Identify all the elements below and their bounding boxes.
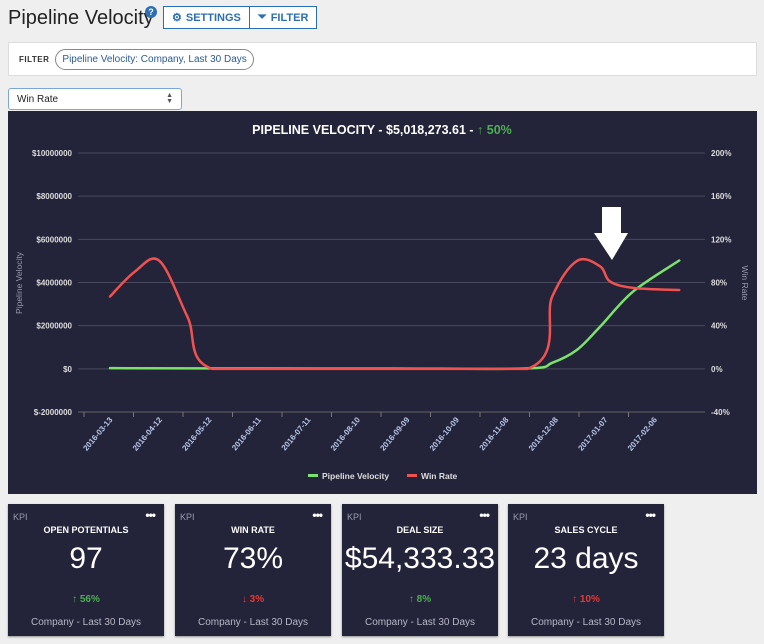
filter-bar-label: FILTER (19, 54, 50, 64)
kpi-footer: Company - Last 30 Days (530, 617, 642, 628)
y-tick-label-left: $0 (63, 365, 72, 374)
arrow-down-icon: ↓ (241, 594, 247, 605)
more-options-icon[interactable]: ••• (479, 508, 490, 522)
y-tick-label-right: 80% (711, 279, 727, 288)
arrow-up-icon: ↑ (408, 594, 414, 605)
y-tick-label-right: 0% (711, 365, 723, 374)
y-tick-label-right: 40% (711, 322, 727, 331)
metric-select-value: Win Rate (17, 93, 59, 105)
arrow-up-icon: ↑ (72, 594, 78, 605)
kpi-change-value: 3% (249, 594, 265, 605)
y-tick-label-left: $8000000 (36, 192, 72, 201)
y-axis-title-left: Pipeline Velocity (14, 251, 24, 314)
x-tick-label: 2016-09-09 (378, 415, 412, 453)
down-arrow-icon (594, 207, 628, 260)
kpi-change: ↑ 56% (8, 594, 164, 605)
y-tick-label-left: $6000000 (36, 235, 72, 244)
filter-chip[interactable]: Pipeline Velocity: Company, Last 30 Days (55, 48, 254, 70)
gear-icon: ⚙ (172, 12, 182, 24)
kpi-footer: Company - Last 30 Days (30, 617, 142, 628)
filter-bar: FILTER Pipeline Velocity: Company, Last … (8, 42, 757, 76)
y-tick-label-left: $2000000 (36, 322, 72, 331)
kpi-change: ↑ 10% (508, 594, 664, 605)
series-line-win-rate[interactable] (108, 257, 681, 371)
x-tick-label: 2016-05-12 (180, 415, 214, 453)
kpi-change-value: 10% (579, 594, 600, 605)
x-tick-label: 2016-12-08 (527, 415, 561, 453)
kpi-change: ↓ 3% (175, 594, 331, 605)
kpi-change: ↑ 8% (342, 594, 498, 605)
y-tick-label-right: 120% (711, 235, 731, 244)
kpi-value: 73% (222, 542, 284, 575)
kpi-card: KPI ••• OPEN POTENTIALS 97 ↑ 56% Company… (8, 504, 164, 636)
y-tick-label-left: $10000000 (32, 149, 73, 158)
legend: Pipeline Velocity Win Rate (308, 471, 458, 481)
kpi-title: SALES CYCLE (554, 525, 618, 535)
filter-label: FILTER (270, 11, 309, 24)
settings-label: SETTINGS (185, 11, 241, 24)
chart-panel: PIPELINE VELOCITY - $5,018,273.61 - ↑ 50… (8, 111, 757, 494)
select-arrows-icon: ▲ ▼ (166, 92, 173, 105)
x-tick-label: 2016-04-12 (131, 415, 165, 453)
funnel-icon: ⏷ (257, 11, 267, 23)
more-options-icon[interactable]: ••• (312, 508, 323, 522)
kpi-tag: KPI (347, 512, 362, 522)
kpi-tag: KPI (13, 512, 28, 522)
kpi-title: DEAL SIZE (396, 525, 444, 535)
metric-select[interactable]: Win Rate ▲ ▼ (8, 88, 182, 110)
chart-title: PIPELINE VELOCITY - $5,018,273.61 - ↑ 50… (252, 123, 512, 137)
kpi-card: KPI ••• DEAL SIZE $54,333.33 ↑ 8% Compan… (342, 504, 498, 636)
y-tick-label-right: 160% (711, 192, 731, 201)
x-tick-label: 2017-01-07 (576, 415, 610, 453)
kpi-value: $54,333.33 (344, 542, 496, 575)
x-tick-label: 2016-08-10 (329, 415, 363, 453)
legend-label: Win Rate (421, 471, 458, 481)
kpi-value: 23 days (533, 542, 639, 575)
y-tick-label-right: -40% (711, 408, 730, 417)
y-axis-title-right: Win Rate (740, 266, 750, 301)
legend-label: Pipeline Velocity (322, 471, 389, 481)
kpi-title: OPEN POTENTIALS (43, 525, 129, 535)
y-tick-label-left: $-2000000 (34, 408, 73, 417)
x-tick-label: 2016-03-13 (81, 415, 115, 453)
y-tick-label-left: $4000000 (36, 279, 72, 288)
arrow-up-icon: ↑ (572, 594, 578, 605)
kpi-value: 97 (69, 542, 103, 575)
toolbar: ⚙ SETTINGS ⏷ FILTER (163, 6, 318, 29)
settings-button[interactable]: ⚙ SETTINGS (164, 7, 249, 28)
kpi-change-value: 8% (416, 594, 432, 605)
legend-item-pipeline-velocity[interactable]: Pipeline Velocity (308, 471, 389, 481)
kpi-footer: Company - Last 30 Days (364, 617, 476, 628)
kpi-change-value: 56% (79, 594, 100, 605)
more-options-icon[interactable]: ••• (645, 508, 656, 522)
y-tick-label-right: 200% (711, 149, 731, 158)
more-options-icon[interactable]: ••• (145, 508, 156, 522)
kpi-tag: KPI (513, 512, 528, 522)
legend-swatch-red (407, 474, 417, 477)
x-tick-label: 2016-06-11 (230, 415, 263, 452)
x-tick-label: 2016-07-11 (280, 415, 313, 452)
x-tick-label: 2017-02-06 (626, 415, 660, 453)
legend-item-win-rate[interactable]: Win Rate (407, 471, 458, 481)
pipeline-velocity-chart: PIPELINE VELOCITY - $5,018,273.61 - ↑ 50… (14, 123, 750, 481)
kpi-card: KPI ••• WIN RATE 73% ↓ 3% Company - Last… (175, 504, 331, 636)
page-title: Pipeline Velocity (8, 7, 154, 29)
filter-button[interactable]: ⏷ FILTER (248, 7, 317, 28)
question-circle-icon[interactable]: ? (145, 6, 157, 18)
legend-swatch-green (308, 474, 318, 477)
kpi-title: WIN RATE (231, 525, 275, 535)
kpi-footer: Company - Last 30 Days (197, 617, 309, 628)
x-tick-label: 2016-11-08 (478, 415, 511, 452)
kpi-card: KPI ••• SALES CYCLE 23 days ↑ 10% Compan… (508, 504, 664, 636)
kpi-tag: KPI (180, 512, 195, 522)
x-tick-label: 2016-10-09 (428, 415, 462, 453)
